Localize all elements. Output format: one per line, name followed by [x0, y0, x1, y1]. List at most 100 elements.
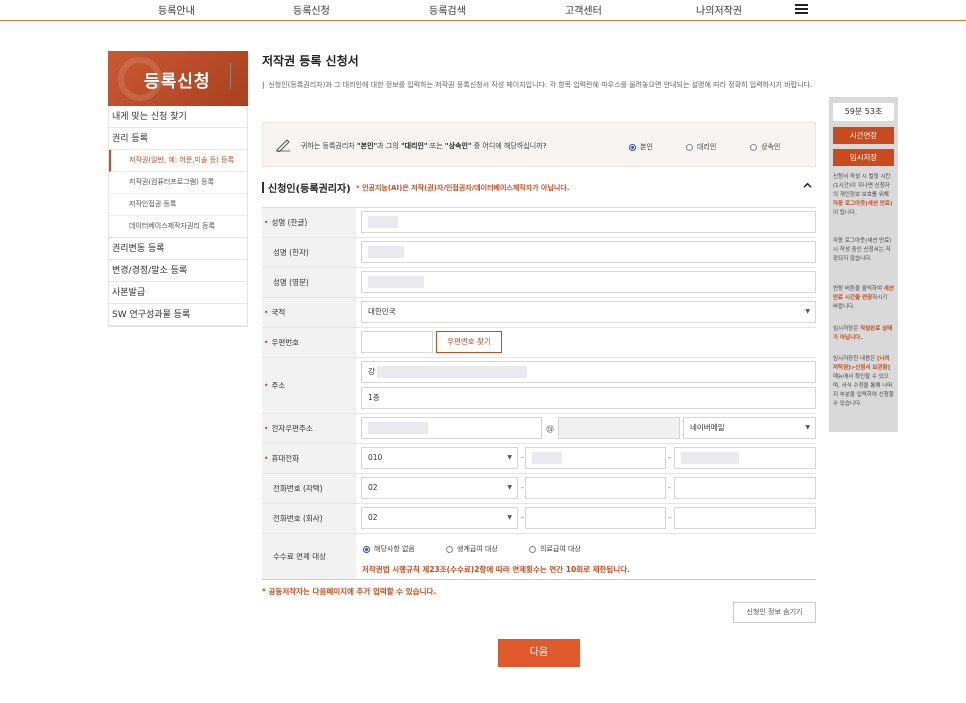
required-mark: • — [264, 308, 269, 317]
radio-icon — [529, 545, 536, 553]
radio-label: 대리인 — [697, 143, 717, 151]
role-question-text: 중 어디에 해당하십니까? — [471, 142, 547, 150]
temp-save-button[interactable]: 임시저장 — [833, 149, 894, 166]
sidebar-item-copy-issuance[interactable]: 사본발급 — [109, 282, 247, 304]
role-question-heir: "상속인" — [444, 142, 472, 150]
label-name-hanja: 성명 (한자) — [262, 238, 356, 267]
label-name-kr: • 성명 (한글) — [262, 208, 356, 237]
hide-applicant-info-button[interactable]: 신청인 정보 숨기기 — [733, 602, 816, 623]
radio-fee-medical[interactable]: 의료급여 대상 — [529, 544, 581, 554]
label-text: 전자우편주소 — [271, 424, 313, 433]
ai-warning: * 인공지능(AI)은 저작(권)자/인접권자/데이터베이스제작자가 아닙니다. — [356, 184, 570, 192]
office-last-input[interactable] — [674, 507, 816, 529]
nav-customer-center[interactable]: 고객센터 — [565, 2, 602, 17]
address-line1-input[interactable]: 강 — [361, 361, 816, 383]
radio-role-heir[interactable]: 상속인 — [750, 142, 780, 152]
label-address: • 주소 — [262, 358, 356, 413]
radio-fee-livelihood[interactable]: 생계급여 대상 — [446, 544, 498, 554]
dropdown-arrow-icon: ▼ — [805, 424, 810, 431]
sidebar: 등록신청 내게 맞는 신청 찾기 권리 등록 저작권(일반, 예: 어문,미술 … — [108, 51, 248, 327]
select-value: 02 — [368, 513, 378, 522]
email-local-input[interactable] — [361, 417, 542, 439]
chevron-up-icon[interactable] — [803, 181, 812, 190]
nav-registration-search[interactable]: 등록검색 — [429, 2, 466, 17]
nationality-select[interactable]: 대한민국 ▼ — [361, 301, 816, 323]
sidebar-subitem-database-rights[interactable]: 데이터베이스제작자권리 등록 — [109, 216, 247, 238]
required-mark: • — [264, 338, 269, 347]
row-name-en: 성명 (영문) — [262, 268, 816, 298]
session-note-2: 자동 로그아웃(세션 만료)시 작성 중인 신청서는 저장되지 않습니다. — [833, 238, 892, 262]
radio-label: 의료급여 대상 — [540, 545, 581, 553]
mobile-middle-input[interactable] — [525, 447, 666, 469]
sidebar-subitem-neighboring-rights[interactable]: 저작인접권 등록 — [109, 194, 247, 216]
dash-separator: - — [521, 453, 524, 462]
nav-my-copyright[interactable]: 나의저작권 — [696, 2, 742, 17]
applicant-role-box: 귀하는 등록권리자 "본인"과 그의 "대리인" 또는 "상속인" 중 어디에 … — [262, 122, 816, 167]
session-note-1: 신청서 작성 시 일정 시간(1시간)이 지나면 신청자의 개인정보 보호를 위… — [833, 174, 893, 216]
section-title: 신청인(등록권리자) — [268, 184, 351, 195]
masked-value — [368, 276, 424, 288]
label-text: 휴대전화 — [271, 454, 300, 463]
home-last-input[interactable] — [674, 477, 816, 499]
dropdown-arrow-icon: ▼ — [507, 514, 512, 521]
name-kr-input[interactable] — [361, 211, 816, 233]
label-email: • 전자우편주소 — [262, 414, 356, 443]
row-postcode: • 우편번호 우편번호 찾기 — [262, 328, 816, 358]
required-mark: • — [264, 424, 269, 433]
masked-value — [368, 422, 428, 434]
dropdown-arrow-icon: ▼ — [805, 308, 810, 315]
sidebar-subitem-copyright-general[interactable]: 저작권(일반, 예: 어문,미술 등) 등록 — [109, 150, 247, 172]
row-mobile: • 휴대전화 010 ▼ - - — [262, 444, 816, 474]
row-name-kr: • 성명 (한글) — [262, 208, 816, 238]
sidebar-item-rights-transfer[interactable]: 권리변동 등록 — [109, 238, 247, 260]
row-name-hanja: 성명 (한자) — [262, 238, 816, 268]
fee-limit-note: 저작권법 시행규칙 제23조(수수료)2항에 따라 면제횟수는 연간 10회로 … — [362, 565, 630, 574]
sidebar-item-find-application[interactable]: 내게 맞는 신청 찾기 — [109, 106, 247, 128]
next-button[interactable]: 다음 — [498, 639, 580, 667]
home-prefix-select[interactable]: 02 ▼ — [361, 477, 518, 499]
dropdown-arrow-icon: ▼ — [507, 484, 512, 491]
radio-label: 생계급여 대상 — [457, 545, 498, 553]
radio-label: 상속인 — [761, 143, 781, 151]
pen-icon — [276, 139, 290, 152]
radio-selected-icon — [629, 143, 636, 151]
masked-value — [377, 366, 528, 378]
page-description-text: 신청인(등록권리자)과 그 대리인에 대한 정보를 입력하는 저작권 등록신청서… — [268, 81, 813, 89]
mobile-last-input[interactable] — [674, 447, 816, 469]
sidebar-subitem-copyright-program[interactable]: 저작권(컴퓨터프로그램) 등록 — [109, 172, 247, 194]
session-timer: 59분 53초 — [833, 103, 894, 121]
sidebar-item-rights-registration[interactable]: 권리 등록 — [109, 128, 247, 150]
select-value: 02 — [368, 483, 378, 492]
label-mobile: • 휴대전화 — [262, 444, 356, 473]
required-mark: • — [264, 218, 269, 227]
email-domain-input[interactable] — [558, 417, 680, 439]
name-hanja-input[interactable] — [361, 241, 816, 263]
radio-fee-none[interactable]: 해당사항 없음 — [363, 544, 415, 554]
radio-role-self[interactable]: 본인 — [629, 142, 653, 152]
label-text: 전화번호 (자택) — [273, 484, 323, 493]
sidebar-item-change-correction[interactable]: 변경/경정/말소 등록 — [109, 260, 247, 282]
address-line2-input[interactable]: 1층 — [361, 387, 816, 409]
nav-registration-guide[interactable]: 등록안내 — [158, 2, 195, 17]
office-middle-input[interactable] — [525, 507, 666, 529]
select-value: 010 — [368, 453, 383, 462]
role-question-text: 또는 — [427, 142, 445, 150]
mobile-prefix-select[interactable]: 010 ▼ — [361, 447, 518, 469]
postcode-input[interactable] — [361, 331, 433, 353]
label-fee-exempt: 수수료 면제 대상 — [262, 534, 356, 579]
home-middle-input[interactable] — [525, 477, 666, 499]
menu-icon[interactable] — [795, 4, 808, 14]
label-text: 수수료 면제 대상 — [273, 552, 327, 561]
office-prefix-select[interactable]: 02 ▼ — [361, 507, 518, 529]
sidebar-item-sw-research[interactable]: SW 연구성과물 등록 — [109, 304, 247, 326]
extend-time-button[interactable]: 시간연장 — [833, 127, 894, 144]
name-en-input[interactable] — [361, 271, 816, 293]
label-text: 전화번호 (회사) — [273, 514, 323, 523]
radio-role-agent[interactable]: 대리인 — [686, 142, 716, 152]
select-value: 대한민국 — [368, 307, 396, 316]
label-phone-home: 전화번호 (자택) — [262, 474, 356, 503]
find-postcode-button[interactable]: 우편번호 찾기 — [436, 331, 502, 353]
email-domain-select[interactable]: 네이버메일 ▼ — [683, 417, 816, 439]
address-line2-value: 1층 — [368, 393, 380, 402]
nav-registration-apply[interactable]: 등록신청 — [293, 2, 330, 17]
